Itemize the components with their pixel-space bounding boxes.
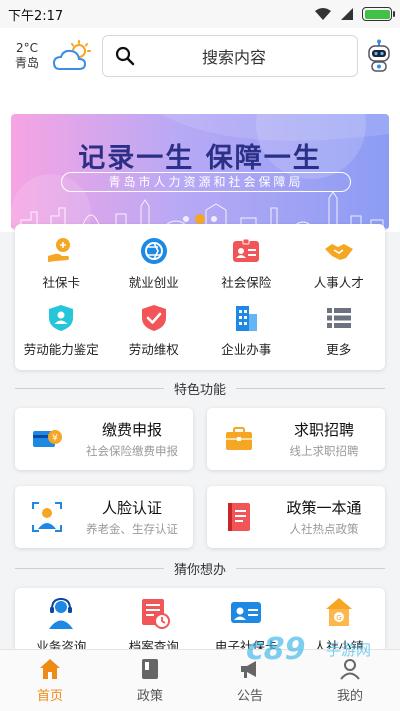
- feature-subtitle: 线上求职招聘: [289, 444, 359, 458]
- town-icon: G: [325, 598, 352, 626]
- feature-subtitle: 社会保险缴费申报: [86, 444, 178, 458]
- service-label: 社保卡: [42, 275, 80, 290]
- service-work-ability-assessment[interactable]: 劳动能力鉴定: [15, 297, 108, 364]
- feature-title: 政策一本通: [286, 499, 362, 517]
- feature-job-recruitment[interactable]: 求职招聘 线上求职招聘: [207, 408, 385, 470]
- feature-title: 缴费申报: [101, 421, 162, 439]
- service-label: 就业创业: [128, 275, 179, 290]
- service-label: 更多: [326, 342, 352, 357]
- service-label: 企业办事: [221, 342, 272, 357]
- section-title: 特色功能: [174, 382, 227, 398]
- shield-user-icon: [49, 305, 74, 331]
- book-nav-icon: [142, 658, 158, 679]
- battery-icon: [362, 7, 395, 21]
- carousel-indicators: [11, 214, 389, 224]
- status-icons: [314, 7, 395, 21]
- weather-widget[interactable]: 2°C 青岛: [10, 41, 44, 71]
- site-watermark-logo: c89 手游网: [246, 632, 371, 667]
- home-icon: [40, 658, 60, 679]
- search-placeholder: 搜索内容: [201, 48, 266, 67]
- aperture-icon: [140, 238, 167, 264]
- nav-label: 政策: [136, 688, 163, 704]
- status-time: 下午2:17: [8, 8, 64, 24]
- svg-text:手游网: 手游网: [326, 641, 371, 659]
- handshake-icon: [324, 244, 353, 260]
- banner-carousel[interactable]: 记录一生 保障一生 青岛市人力资源和社会保障局: [11, 114, 389, 230]
- guess-section-header: 猜你想办: [15, 558, 386, 578]
- feature-text: 缴费申报 社会保险缴费申报: [71, 419, 193, 459]
- nav-label: 首页: [36, 688, 63, 704]
- divider: [236, 567, 386, 569]
- face-scan-icon: [32, 502, 62, 532]
- nav-label: 公告: [236, 688, 263, 704]
- weather-temp: 2°C: [15, 41, 38, 55]
- cloud-sun-icon[interactable]: [52, 39, 94, 73]
- search-box[interactable]: 搜索内容: [102, 35, 358, 77]
- svg-text:c89: c89: [246, 632, 306, 667]
- svg-text:G: G: [336, 614, 341, 622]
- service-employment[interactable]: 就业创业: [108, 230, 201, 297]
- banner-subtitle: 青岛市人力资源和社会保障局: [108, 175, 304, 189]
- section-title: 猜你想办: [174, 562, 227, 578]
- nav-policy[interactable]: 政策: [100, 650, 200, 711]
- feature-subtitle: 养老金、生存认证: [86, 522, 178, 536]
- signal-icon: [341, 8, 353, 20]
- robot-icon[interactable]: [366, 39, 392, 73]
- list-icon: [326, 308, 351, 328]
- service-label: 劳动维权: [128, 342, 179, 357]
- weather-city: 青岛: [14, 56, 39, 70]
- banner-title: 记录一生 保障一生: [78, 143, 322, 174]
- service-label: 社会保险: [221, 275, 272, 290]
- featured-section-header: 特色功能: [15, 378, 386, 398]
- shield-check-icon: [141, 305, 166, 331]
- id-card-icon: [233, 238, 260, 262]
- service-more[interactable]: 更多: [293, 297, 386, 364]
- banner-subtitle-frame: 青岛市人力资源和社会保障局: [61, 172, 351, 192]
- divider: [236, 387, 386, 389]
- service-labor-rights[interactable]: 劳动维权: [108, 297, 201, 364]
- carousel-dot[interactable]: [183, 216, 189, 222]
- e-card-icon: [231, 602, 262, 623]
- service-label: 人事人才: [313, 275, 364, 290]
- building-icon: [236, 306, 258, 331]
- payment-card-icon: ¥: [33, 430, 62, 447]
- feature-subtitle: 人社热点政策: [289, 522, 359, 536]
- book-icon: [228, 503, 250, 531]
- feature-face-authentication[interactable]: 人脸认证 养老金、生存认证: [15, 486, 193, 548]
- feature-text: 求职招聘 线上求职招聘: [263, 419, 385, 459]
- service-enterprise-affairs[interactable]: 企业办事: [200, 297, 293, 364]
- feature-payment-declaration[interactable]: ¥ 缴费申报 社会保险缴费申报: [15, 408, 193, 470]
- feature-policy-guide[interactable]: 政策一本通 人社热点政策: [207, 486, 385, 548]
- nav-home[interactable]: 首页: [0, 650, 100, 711]
- service-social-insurance[interactable]: 社会保险: [200, 230, 293, 297]
- feature-title: 人脸认证: [101, 499, 162, 517]
- carousel-dot[interactable]: [211, 216, 217, 222]
- feature-text: 人脸认证 养老金、生存认证: [71, 497, 193, 537]
- app-screen: 下午2:17 2°C 青岛 搜索内容 记录一生 保障一生 青岛市人力资源和社会保…: [0, 0, 400, 711]
- wifi-icon: [315, 8, 331, 20]
- divider: [15, 567, 164, 569]
- nav-label: 我的: [336, 688, 363, 704]
- service-personnel-talent[interactable]: 人事人才: [293, 230, 386, 297]
- svg-text:¥: ¥: [52, 434, 58, 444]
- service-grid: 社保卡 就业创业 社会保险 人事人才 劳动能力鉴定 劳动维权 企业办事 更多: [15, 224, 385, 370]
- divider: [15, 387, 164, 389]
- search-icon: [115, 46, 135, 66]
- feature-title: 求职招聘: [293, 421, 354, 439]
- carousel-dot-active[interactable]: [195, 214, 205, 224]
- service-social-security-card[interactable]: 社保卡: [15, 230, 108, 297]
- headset-icon: [49, 597, 74, 629]
- banner-area: 记录一生 保障一生 青岛市人力资源和社会保障局: [0, 84, 400, 232]
- status-bar: 下午2:17: [0, 0, 400, 28]
- service-label: 劳动能力鉴定: [23, 342, 99, 357]
- feature-text: 政策一本通 人社热点政策: [263, 497, 385, 537]
- hand-card-icon: [48, 238, 71, 262]
- briefcase-icon: [226, 427, 252, 450]
- header: 2°C 青岛 搜索内容: [0, 28, 400, 84]
- file-clock-icon: [141, 599, 170, 629]
